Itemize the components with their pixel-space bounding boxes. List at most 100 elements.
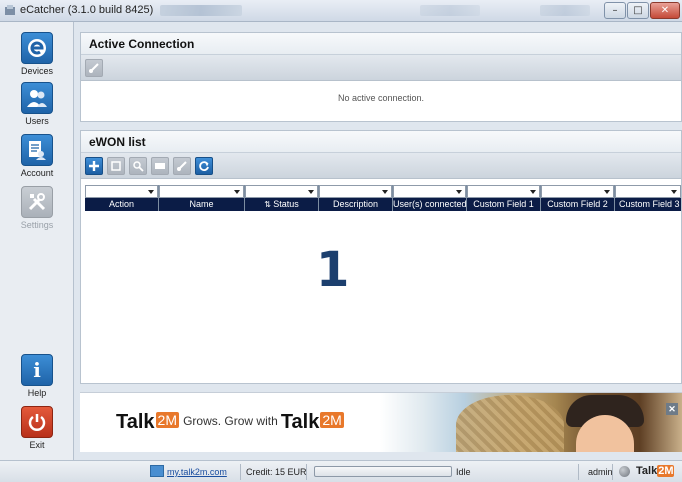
annotation-number: 1: [316, 242, 350, 298]
status-indicator-icon: [619, 466, 630, 477]
divider: [612, 464, 613, 480]
brand-2m: 2M: [320, 412, 344, 428]
sidebar-item-label: Exit: [29, 440, 45, 450]
dropdown-arrow-icon: [604, 190, 610, 194]
divider: [578, 464, 579, 480]
dropdown-arrow-icon: [382, 190, 388, 194]
credit-text: Credit: 15 EUR: [246, 467, 307, 477]
no-connection-message: No active connection.: [337, 93, 425, 103]
sidebar-item-exit[interactable]: Exit: [0, 406, 74, 450]
sidebar-item-label: Devices: [20, 66, 53, 76]
column-custom-field-2[interactable]: Custom Field 2: [541, 185, 615, 211]
column-filter[interactable]: [467, 185, 540, 198]
disconnect-button[interactable]: [85, 59, 103, 77]
column-custom-field-1[interactable]: Custom Field 1: [467, 185, 541, 211]
brand-2m: 2M: [155, 412, 179, 428]
column-filter[interactable]: [159, 185, 244, 198]
active-connection-panel: Active Connection No active connection.: [80, 32, 682, 122]
settings-icon: [21, 186, 53, 218]
dropdown-arrow-icon: [308, 190, 314, 194]
dropdown-arrow-icon: [530, 190, 536, 194]
active-connection-title: Active Connection: [81, 33, 681, 55]
account-icon: [21, 134, 53, 166]
status-bar: my.talk2m.com Credit: 15 EUR Idle admin …: [0, 460, 682, 482]
dropdown-arrow-icon: [234, 190, 240, 194]
search-ewon-button[interactable]: [129, 157, 147, 175]
maximize-button[interactable]: □: [627, 2, 649, 19]
progress-bar: [314, 466, 452, 477]
close-icon[interactable]: ✕: [666, 403, 678, 415]
power-icon: [21, 406, 53, 438]
column-description[interactable]: Description: [319, 185, 393, 211]
column-custom-field-3[interactable]: Custom Field 3: [615, 185, 681, 211]
column-filter[interactable]: [85, 185, 158, 198]
column-filter[interactable]: [319, 185, 392, 198]
talk2m-logo: Talk2M: [636, 465, 675, 477]
connect-ewon-button[interactable]: [173, 157, 191, 175]
refresh-button[interactable]: [195, 157, 213, 175]
column-filter[interactable]: [393, 185, 466, 198]
sort-icon: ⇅: [264, 200, 274, 209]
info-icon: i: [21, 354, 53, 386]
search-icon: [133, 161, 144, 172]
sidebar-item-label: Help: [27, 388, 47, 398]
users-icon: [21, 82, 53, 114]
column-header-label: Custom Field 1: [467, 198, 540, 211]
refresh-icon: [199, 161, 209, 171]
column-name[interactable]: Name: [159, 185, 245, 211]
close-button[interactable]: ✕: [650, 2, 680, 19]
divider: [240, 464, 241, 480]
column-users-connected[interactable]: User(s) connected: [393, 185, 467, 211]
column-status[interactable]: ⇅ Status: [245, 185, 319, 211]
globe-icon: [150, 465, 164, 477]
divider: [306, 464, 307, 480]
column-filter[interactable]: [615, 185, 681, 198]
banner-tagline: Grows. Grow with: [183, 414, 278, 428]
column-action[interactable]: Action: [85, 185, 159, 211]
ewon-list-toolbar: [81, 153, 681, 179]
current-user: admin: [588, 467, 613, 477]
banner-photo-hat: [456, 395, 564, 452]
sidebar-item-label: Users: [25, 116, 49, 126]
column-header-label: Action: [85, 198, 158, 211]
connection-state: Idle: [456, 467, 471, 477]
minimize-button[interactable]: –: [604, 2, 626, 19]
dropdown-arrow-icon: [148, 190, 154, 194]
edit-icon: [111, 161, 121, 171]
sidebar-item-devices[interactable]: Devices: [0, 32, 74, 76]
sidebar-item-help[interactable]: i Help: [0, 354, 74, 398]
talk2m-banner[interactable]: Talk 2M Grows. Grow with Talk 2M ✕: [80, 392, 682, 452]
device-icon: [155, 163, 165, 169]
plus-icon: [89, 161, 99, 171]
add-ewon-button[interactable]: [85, 157, 103, 175]
sidebar: Devices Users Account Settings i Help Ex…: [0, 22, 74, 460]
sidebar-item-settings[interactable]: Settings: [0, 186, 74, 230]
ewon-list-panel: eWON list Action Name ⇅ Status Descripti…: [80, 130, 682, 384]
column-filter[interactable]: [245, 185, 318, 198]
sidebar-item-account[interactable]: Account: [0, 134, 74, 178]
connect-icon: [177, 161, 187, 171]
delete-ewon-button[interactable]: [151, 157, 169, 175]
ecatcher-app-icon: [5, 5, 15, 15]
blurred-title-area: [420, 5, 480, 16]
disconnect-icon: [89, 63, 99, 73]
column-header-label: Custom Field 3: [615, 198, 681, 211]
blurred-title-area: [540, 5, 590, 16]
dropdown-arrow-icon: [671, 190, 677, 194]
blurred-title-area: [160, 5, 242, 16]
sidebar-item-users[interactable]: Users: [0, 82, 74, 126]
brand-talk: Talk: [280, 411, 320, 433]
edit-ewon-button[interactable]: [107, 157, 125, 175]
ewon-list-title: eWON list: [81, 131, 681, 153]
column-header-label: ⇅ Status: [245, 198, 318, 211]
active-connection-toolbar: [81, 55, 681, 81]
ewon-grid-header: Action Name ⇅ Status Description User(s)…: [85, 185, 681, 211]
window-title-bar: eCatcher (3.1.0 build 8425) – □ ✕: [0, 0, 682, 22]
ecatcher-logo-icon: [21, 32, 53, 64]
column-header-label: User(s) connected: [393, 198, 466, 211]
column-filter[interactable]: [541, 185, 614, 198]
talk2m-link[interactable]: my.talk2m.com: [150, 465, 227, 477]
banner-slogan: Talk 2M Grows. Grow with Talk 2M: [116, 411, 345, 434]
column-header-label: Custom Field 2: [541, 198, 614, 211]
brand-talk: Talk: [116, 411, 155, 433]
